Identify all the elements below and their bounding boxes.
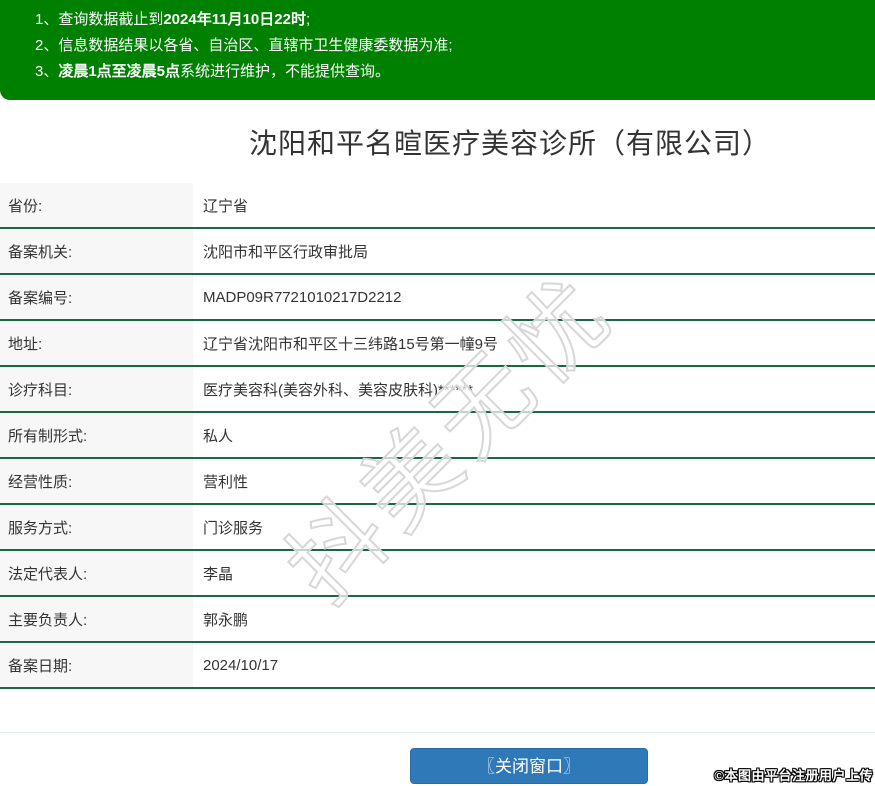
table-row-business-nature: 经营性质: 营利性 <box>0 459 875 505</box>
notice-line-3: 3、凌晨1点至凌晨5点系统进行维护，不能提供查询。 <box>35 63 391 80</box>
record-value: 医疗美容科(美容外科、美容皮肤科)****** <box>203 381 474 399</box>
table-row-filing-number: 备案编号: MADP09R7721010217D2212 <box>0 275 875 321</box>
table-row-ownership-form: 所有制形式: 私人 <box>0 413 875 459</box>
record-value: 门诊服务 <box>203 519 264 537</box>
copyright-note: ©本图由平台注册用户上传 <box>714 768 873 783</box>
record-value: 沈阳市和平区行政审批局 <box>203 243 369 261</box>
close-window-button[interactable]: 〖关闭窗口〗 <box>410 748 648 784</box>
record-label: 地址: <box>0 321 193 365</box>
record-value: 郭永鹏 <box>203 611 249 629</box>
record-value: 营利性 <box>203 473 249 491</box>
record-label: 服务方式: <box>0 505 193 549</box>
table-row-filing-date: 备案日期: 2024/10/17 <box>0 643 875 689</box>
notice-line-1: 1、查询数据截止到2024年11月10日22时; <box>35 11 311 28</box>
record-table: 省份: 辽宁省 备案机关: 沈阳市和平区行政审批局 备案编号: MADP09R7… <box>0 183 875 689</box>
record-value: MADP09R7721010217D2212 <box>203 288 402 306</box>
table-row-treatment-subjects: 诊疗科目: 医疗美容科(美容外科、美容皮肤科)****** <box>0 367 875 413</box>
record-value: 辽宁省沈阳市和平区十三纬路15号第一幢9号 <box>203 335 499 353</box>
record-label: 备案编号: <box>0 275 193 319</box>
record-label: 备案日期: <box>0 643 193 687</box>
record-label: 主要负责人: <box>0 597 193 641</box>
table-row-service-mode: 服务方式: 门诊服务 <box>0 505 875 551</box>
record-label: 省份: <box>0 183 193 227</box>
record-label: 诊疗科目: <box>0 367 193 411</box>
record-value: 辽宁省 <box>203 197 249 215</box>
title-bar: 沈阳和平名暄医疗美容诊所（有限公司） <box>145 100 875 183</box>
notice-line-2: 2、信息数据结果以各省、自治区、直辖市卫生健康委数据为准; <box>35 37 453 54</box>
record-label: 所有制形式: <box>0 413 193 457</box>
record-value: 李晶 <box>203 565 234 583</box>
table-row-legal-representative: 法定代表人: 李晶 <box>0 551 875 597</box>
table-row-filing-authority: 备案机关: 沈阳市和平区行政审批局 <box>0 229 875 275</box>
table-row-address: 地址: 辽宁省沈阳市和平区十三纬路15号第一幢9号 <box>0 321 875 367</box>
record-label: 经营性质: <box>0 459 193 503</box>
record-value: 私人 <box>203 427 234 445</box>
page-title: 沈阳和平名暄医疗美容诊所（有限公司） <box>248 127 771 159</box>
record-value: 2024/10/17 <box>203 656 279 674</box>
notice-banner: 1、查询数据截止到2024年11月10日22时; 2、信息数据结果以各省、自治区… <box>0 0 875 100</box>
footer-divider <box>0 732 875 733</box>
table-row-province: 省份: 辽宁省 <box>0 183 875 229</box>
table-row-person-in-charge: 主要负责人: 郭永鹏 <box>0 597 875 643</box>
record-label: 备案机关: <box>0 229 193 273</box>
record-label: 法定代表人: <box>0 551 193 595</box>
